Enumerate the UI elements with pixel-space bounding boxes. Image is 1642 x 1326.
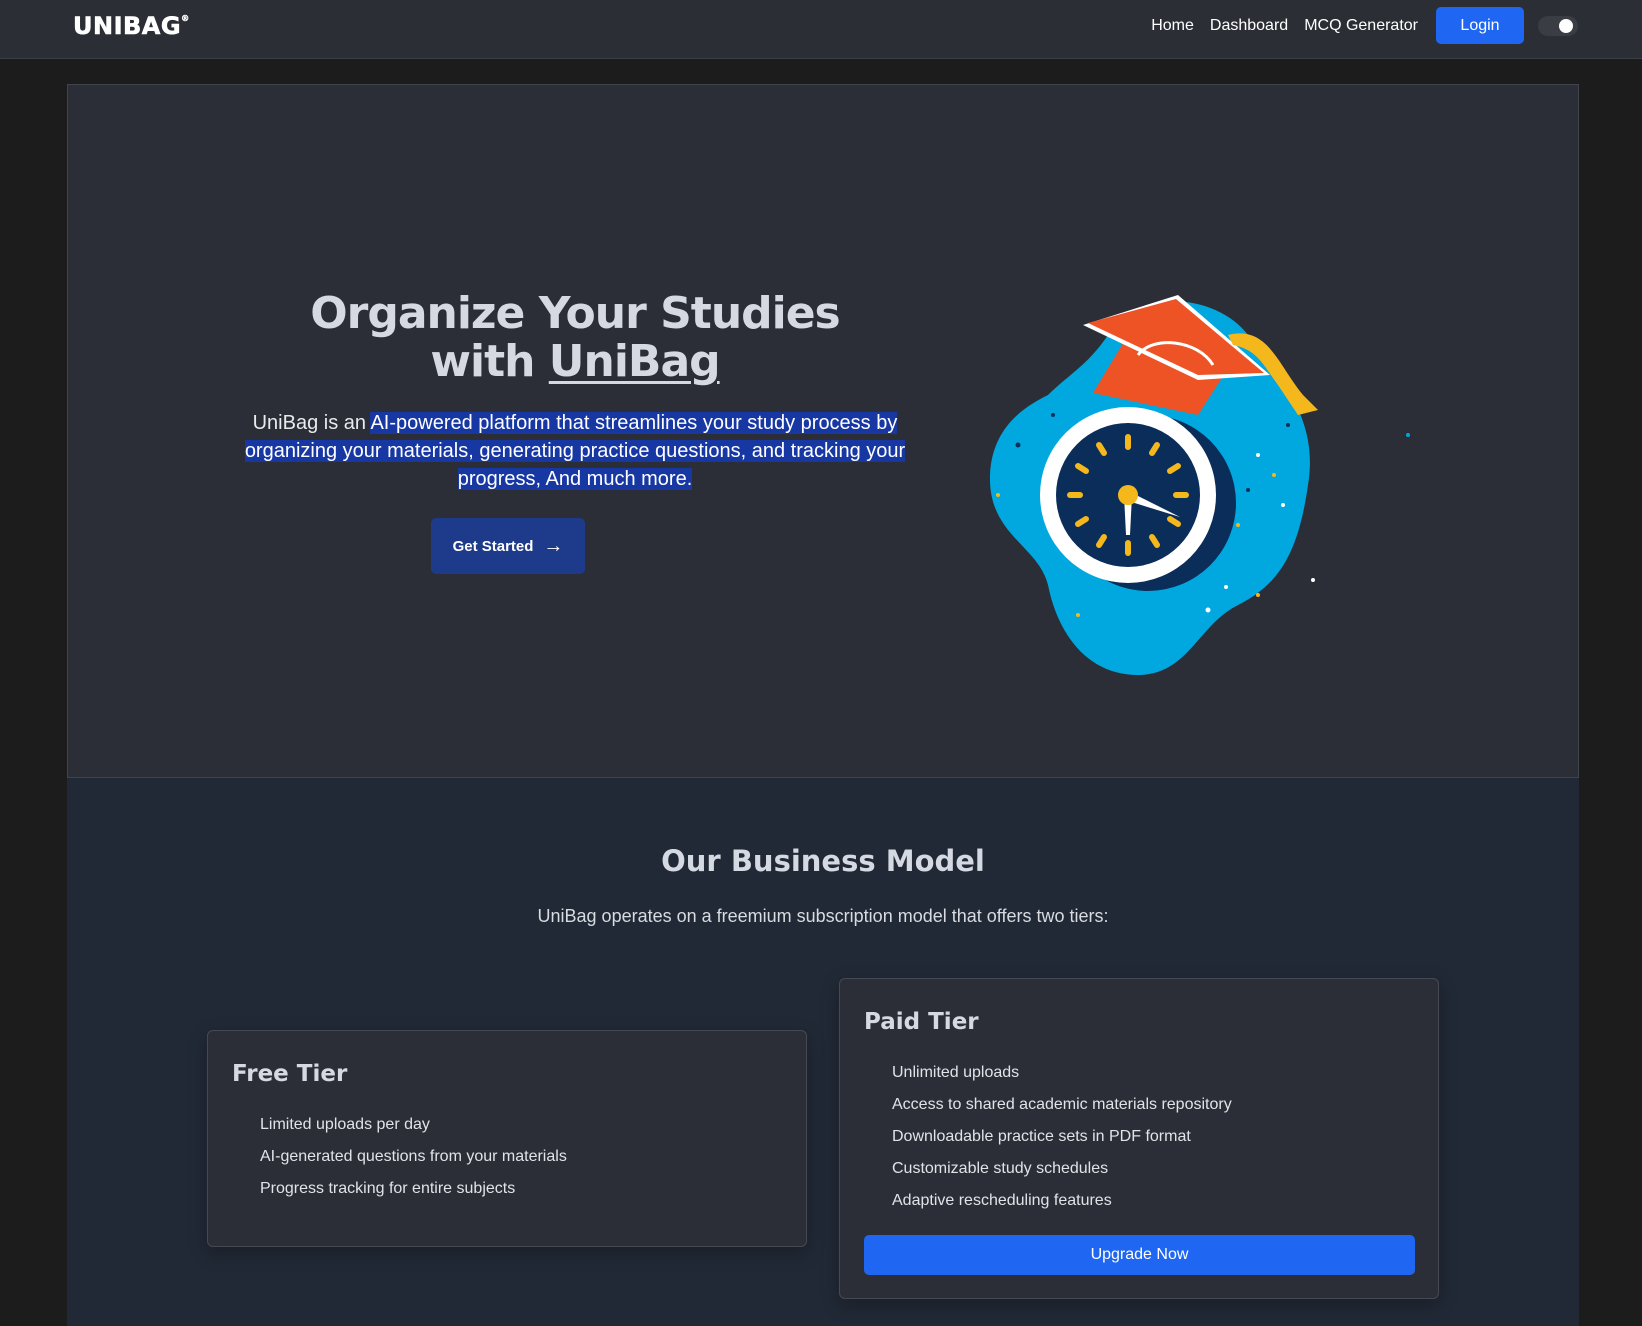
hero-title-prefix: with — [430, 336, 549, 387]
logo-registered-mark: ® — [181, 14, 190, 24]
list-item: Unlimited uploads — [892, 1064, 1020, 1081]
list-item: Customizable study schedules — [892, 1160, 1109, 1177]
small-blue-dot — [1406, 433, 1410, 437]
hero-title: Organize Your Studies with UniBag — [205, 290, 945, 386]
nav-link-mcq-generator[interactable]: MCQ Generator — [1304, 17, 1418, 35]
get-started-button[interactable]: Get Started → — [431, 518, 585, 574]
top-navbar: UNIBAG® Home Dashboard MCQ Generator Log… — [0, 0, 1642, 59]
free-tier-card: Free Tier Limited uploads per day AI-gen… — [207, 1030, 807, 1247]
list-item: Adaptive rescheduling features — [892, 1192, 1112, 1209]
business-model-subtitle: UniBag operates on a freemium subscripti… — [537, 906, 1109, 926]
hero-title-line1: Organize Your Studies — [310, 288, 841, 339]
logo-text: UNIBAG — [73, 12, 182, 41]
upgrade-now-button[interactable]: Upgrade Now — [864, 1235, 1415, 1275]
hero-desc-plain: UniBag is an — [252, 412, 371, 434]
business-model-title: Our Business Model — [661, 844, 985, 878]
toggle-knob — [1559, 19, 1573, 33]
theme-toggle[interactable] — [1538, 16, 1578, 36]
list-item: Limited uploads per day — [260, 1116, 430, 1133]
free-tier-title: Free Tier — [232, 1061, 348, 1087]
paid-tier-card: Paid Tier Unlimited uploads Access to sh… — [839, 978, 1439, 1299]
list-item: Downloadable practice sets in PDF format — [892, 1128, 1191, 1145]
hero-section: Organize Your Studies with UniBag UniBag… — [67, 84, 1579, 778]
hero-description: UniBag is an AI-powered platform that st… — [205, 409, 945, 493]
paid-tier-title: Paid Tier — [864, 1009, 979, 1035]
nav-link-home[interactable]: Home — [1151, 17, 1194, 35]
unibag-logo[interactable]: UNIBAG® — [73, 12, 190, 41]
business-model-section: Our Business Model UniBag operates on a … — [67, 778, 1579, 1326]
login-button[interactable]: Login — [1436, 7, 1524, 44]
list-item: Access to shared academic materials repo… — [892, 1096, 1232, 1113]
hero-title-brand: UniBag — [548, 336, 721, 387]
list-item: AI-generated questions from your materia… — [260, 1148, 567, 1165]
free-tier-features: Limited uploads per day AI-generated que… — [260, 1115, 567, 1211]
arrow-right-icon: → — [543, 534, 564, 557]
graduation-cap-clock-illustration — [989, 295, 1410, 675]
get-started-label: Get Started — [452, 537, 534, 555]
list-item: Progress tracking for entire subjects — [260, 1180, 516, 1197]
nav-links: Home Dashboard MCQ Generator — [1151, 17, 1418, 35]
nav-link-dashboard[interactable]: Dashboard — [1210, 17, 1288, 35]
paid-tier-features: Unlimited uploads Access to shared acade… — [892, 1063, 1232, 1223]
